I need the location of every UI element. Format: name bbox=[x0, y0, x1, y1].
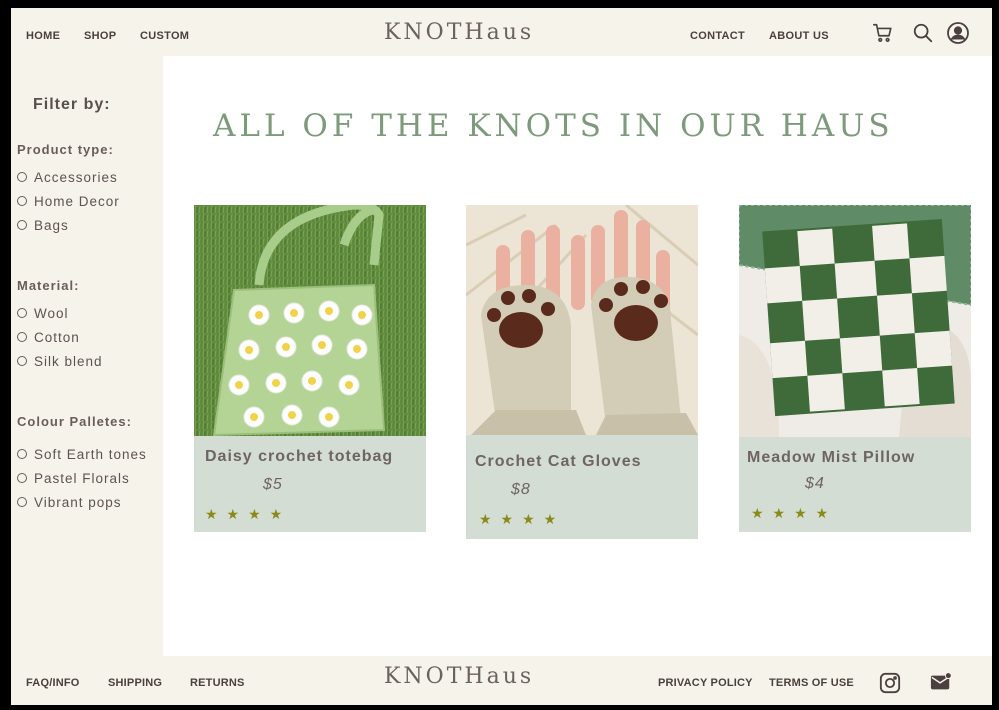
radio-icon[interactable] bbox=[17, 473, 27, 484]
product-info: Crochet Cat Gloves $8 ★★★★ bbox=[466, 435, 698, 539]
product-card-crochet-cat-gloves[interactable]: Crochet Cat Gloves $8 ★★★★ bbox=[466, 205, 698, 539]
product-listing: ALL OF THE KNOTS IN OUR HAUS Daisy croch… bbox=[163, 56, 992, 656]
cart-icon[interactable] bbox=[872, 22, 894, 49]
radio-icon[interactable] bbox=[17, 220, 27, 231]
radio-icon[interactable] bbox=[17, 497, 27, 508]
nav-contact[interactable]: CONTACT bbox=[690, 30, 745, 42]
filter-option-soft-earth-tones[interactable]: Soft Earth tones bbox=[17, 447, 147, 462]
top-nav: HOME SHOP CUSTOM KNOTHaus CONTACT ABOUT … bbox=[11, 8, 992, 56]
filter-option-cotton[interactable]: Cotton bbox=[17, 330, 80, 345]
filter-option-pastel-florals[interactable]: Pastel Florals bbox=[17, 471, 130, 486]
nav-shop[interactable]: SHOP bbox=[84, 30, 116, 42]
filter-option-label: Vibrant pops bbox=[34, 495, 122, 510]
product-image[interactable] bbox=[739, 205, 971, 437]
search-icon[interactable] bbox=[912, 22, 934, 49]
footer-returns[interactable]: RETURNS bbox=[190, 677, 245, 689]
filter-option-accessories[interactable]: Accessories bbox=[17, 170, 118, 185]
brand-logo[interactable]: KNOTHaus bbox=[384, 20, 534, 45]
nav-custom[interactable]: CUSTOM bbox=[140, 30, 189, 42]
rating-stars: ★★★★ bbox=[479, 511, 566, 527]
product-name[interactable]: Crochet Cat Gloves bbox=[475, 453, 641, 471]
product-card-meadow-mist-pillow[interactable]: Meadow Mist Pillow $4 ★★★★ bbox=[739, 205, 971, 532]
footer-brand-logo[interactable]: KNOTHaus bbox=[384, 664, 534, 689]
mail-icon[interactable] bbox=[930, 671, 952, 698]
product-image[interactable] bbox=[466, 205, 698, 435]
account-icon[interactable] bbox=[946, 21, 970, 50]
rating-stars: ★★★★ bbox=[751, 505, 838, 521]
radio-icon[interactable] bbox=[17, 196, 27, 207]
instagram-icon[interactable] bbox=[879, 672, 901, 699]
filter-option-label: Accessories bbox=[34, 170, 118, 185]
product-image[interactable] bbox=[194, 205, 426, 436]
filter-group-title-material: Material: bbox=[17, 278, 80, 293]
filter-option-bags[interactable]: Bags bbox=[17, 218, 69, 233]
product-price: $4 bbox=[805, 475, 825, 492]
filter-group-title-colour-palletes: Colour Palletes: bbox=[17, 414, 132, 429]
radio-icon[interactable] bbox=[17, 356, 27, 367]
filter-option-vibrant-pops[interactable]: Vibrant pops bbox=[17, 495, 122, 510]
filter-option-label: Silk blend bbox=[34, 354, 103, 369]
filter-option-label: Cotton bbox=[34, 330, 80, 345]
filter-option-label: Bags bbox=[34, 218, 69, 233]
radio-icon[interactable] bbox=[17, 449, 27, 460]
filter-option-label: Pastel Florals bbox=[34, 471, 130, 486]
filter-option-label: Home Decor bbox=[34, 194, 120, 209]
product-info: Daisy crochet totebag $5 ★★★★ bbox=[194, 436, 426, 532]
page-frame: HOME SHOP CUSTOM KNOTHaus CONTACT ABOUT … bbox=[11, 8, 992, 705]
nav-about-us[interactable]: ABOUT US bbox=[769, 30, 829, 42]
filter-title: Filter by: bbox=[33, 96, 111, 113]
filter-option-label: Wool bbox=[34, 306, 69, 321]
filter-sidebar: Filter by: Product type: Accessories Hom… bbox=[11, 56, 163, 656]
footer: FAQ/INFO SHIPPING RETURNS KNOTHaus PRIVA… bbox=[11, 656, 992, 705]
radio-icon[interactable] bbox=[17, 308, 27, 319]
product-price: $8 bbox=[511, 481, 531, 498]
footer-privacy-policy[interactable]: PRIVACY POLICY bbox=[658, 677, 753, 689]
product-price: $5 bbox=[263, 476, 283, 493]
filter-option-wool[interactable]: Wool bbox=[17, 306, 69, 321]
product-name[interactable]: Daisy crochet totebag bbox=[205, 448, 393, 466]
page-title: ALL OF THE KNOTS IN OUR HAUS bbox=[213, 108, 894, 144]
footer-faq-info[interactable]: FAQ/INFO bbox=[26, 677, 80, 689]
radio-icon[interactable] bbox=[17, 332, 27, 343]
product-info: Meadow Mist Pillow $4 ★★★★ bbox=[739, 437, 971, 532]
nav-home[interactable]: HOME bbox=[26, 30, 60, 42]
filter-option-silk-blend[interactable]: Silk blend bbox=[17, 354, 103, 369]
rating-stars: ★★★★ bbox=[205, 506, 292, 522]
filter-group-title-product-type: Product type: bbox=[17, 142, 114, 157]
product-card-daisy-totebag[interactable]: Daisy crochet totebag $5 ★★★★ bbox=[194, 205, 426, 532]
product-name[interactable]: Meadow Mist Pillow bbox=[747, 449, 915, 467]
footer-shipping[interactable]: SHIPPING bbox=[108, 677, 162, 689]
footer-terms-of-use[interactable]: TERMS OF USE bbox=[769, 677, 854, 689]
filter-option-home-decor[interactable]: Home Decor bbox=[17, 194, 120, 209]
radio-icon[interactable] bbox=[17, 172, 27, 183]
filter-option-label: Soft Earth tones bbox=[34, 447, 147, 462]
